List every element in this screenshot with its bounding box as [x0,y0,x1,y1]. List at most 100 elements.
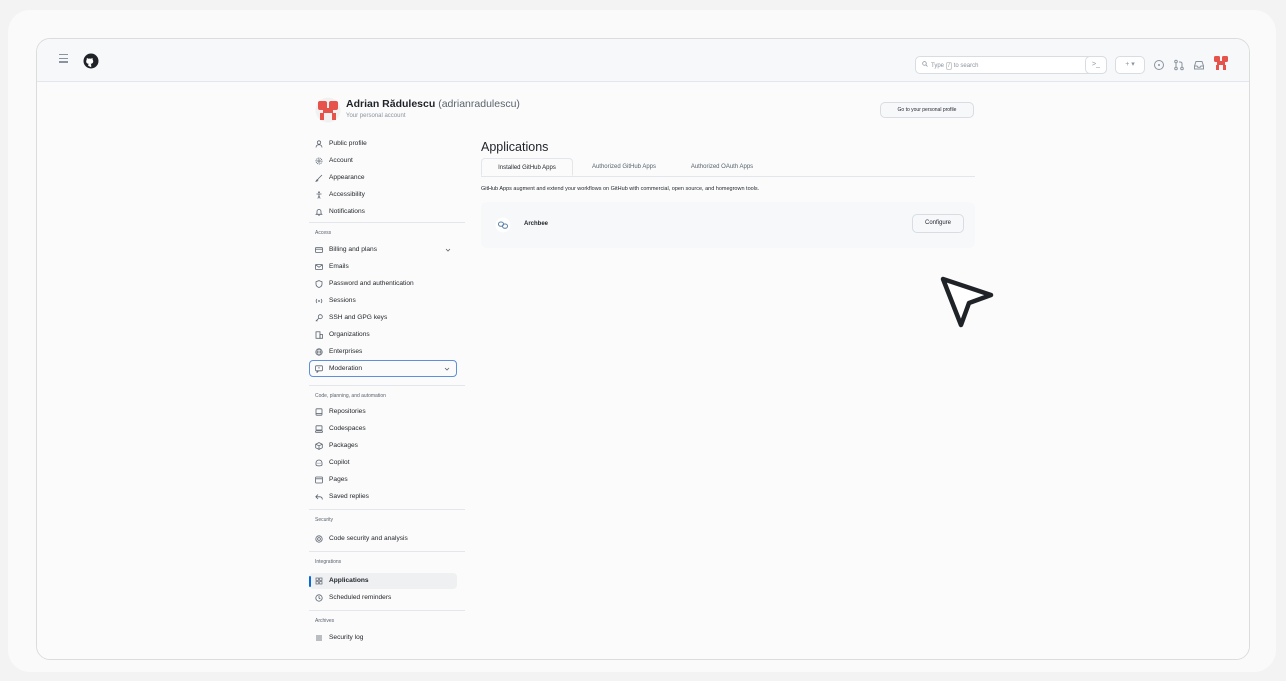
chevron-down-icon [444,367,450,371]
account-type-label: Your personal account [346,113,406,119]
sidebar-item-accessibility[interactable]: Accessibility [309,187,459,203]
broadcast-icon [315,298,323,304]
github-window: Type / to search >_ + ▾ Adrian Rădulescu… [36,38,1250,660]
archbee-app-icon [495,217,511,233]
sidebar-item-ssh-gpg-keys[interactable]: SSH and GPG keys [309,310,459,326]
sidebar-item-moderation[interactable]: Moderation [309,360,457,377]
sidebar-divider [309,509,465,510]
mail-icon [315,264,323,270]
page-title: Applications [481,140,549,154]
sidebar-item-notifications[interactable]: Notifications [309,204,459,220]
sidebar-item-appearance[interactable]: Appearance [309,170,459,186]
sidebar-item-public-profile[interactable]: Public profile [309,136,459,152]
bell-icon [315,209,323,216]
active-indicator [309,576,311,587]
organization-icon [315,331,323,339]
section-heading-integrations: Integrations [315,559,342,565]
sidebar-item-pages[interactable]: Pages [309,472,459,488]
sidebar-item-scheduled-reminders[interactable]: Scheduled reminders [309,590,459,606]
clock-icon [315,594,323,602]
sidebar-divider [309,551,465,552]
sidebar-item-label: Public profile [329,140,367,147]
username-handle: (adrianradulescu) [438,98,520,110]
sidebar-item-label: Packages [329,442,358,449]
plus-icon: + ▾ [1125,61,1135,68]
go-to-profile-button[interactable]: Go to your personal profile [880,102,974,118]
tab-authorized-github-apps[interactable]: Authorized GitHub Apps [575,158,673,176]
sidebar-item-label: Copilot [329,459,350,466]
sidebar-item-organizations[interactable]: Organizations [309,327,459,343]
apps-description: GitHub Apps augment and extend your work… [481,186,760,192]
issues-icon[interactable] [1153,59,1165,71]
sidebar-item-label: Security log [329,634,364,641]
sidebar-item-codespaces[interactable]: Codespaces [309,421,459,437]
sidebar-item-label: Accessibility [329,191,365,198]
sidebar-item-enterprises[interactable]: Enterprises [309,344,459,360]
repo-icon [315,408,323,416]
codescan-icon [315,535,323,543]
sidebar-item-saved-replies[interactable]: Saved replies [309,489,459,505]
sidebar-item-account[interactable]: Account [309,153,459,169]
hamburger-menu-icon[interactable] [59,54,68,63]
sidebar-item-label: Applications [329,577,369,584]
search-shortcut-key: / [945,62,953,70]
paintbrush-icon [315,174,323,182]
app-name: Archbee [524,221,549,227]
person-icon [315,140,323,148]
section-heading-access: Access [315,230,332,236]
sidebar-item-label: Code security and analysis [329,535,408,542]
display-name: Adrian Rădulescu [346,98,436,110]
sidebar-divider [309,222,465,223]
tab-installed-github-apps[interactable]: Installed GitHub Apps [481,158,573,176]
profile-name: Adrian Rădulescu (adrianradulescu) [346,98,520,110]
sidebar-item-password-authentication[interactable]: Password and authentication [309,276,459,292]
top-header: Type / to search >_ + ▾ [37,39,1249,82]
codespaces-icon [315,425,323,433]
configure-button[interactable]: Configure [912,214,964,233]
sidebar-item-label: Organizations [329,331,370,338]
sidebar-item-sessions[interactable]: Sessions [309,293,459,309]
sidebar-item-label: Emails [329,263,349,270]
gear-icon [315,157,323,165]
pull-requests-icon[interactable] [1173,59,1185,71]
log-icon [316,635,322,641]
sidebar-item-label: Saved replies [329,493,369,500]
command-palette-button[interactable]: >_ [1085,56,1107,74]
sidebar-item-security-log[interactable]: Security log [309,630,459,646]
user-avatar-icon[interactable] [1213,55,1229,71]
sidebar-divider [309,610,465,611]
credit-card-icon [315,247,323,253]
search-icon [922,61,928,67]
globe-icon [315,348,323,356]
sidebar-item-packages[interactable]: Packages [309,438,459,454]
github-logo-icon[interactable] [83,53,99,69]
sidebar-item-label: Appearance [329,174,365,181]
section-heading-security: Security [315,517,334,523]
sidebar-item-copilot[interactable]: Copilot [309,455,459,471]
sidebar-item-billing[interactable]: Billing and plans [309,242,459,258]
section-heading-archives: Archives [315,618,335,624]
sidebar-item-label: Scheduled reminders [329,594,392,601]
report-icon [315,364,323,373]
sidebar-item-label: Account [329,157,353,164]
sidebar-item-code-security[interactable]: Code security and analysis [309,531,459,547]
sidebar-item-label: Notifications [329,208,365,215]
sidebar-item-label: Moderation [329,364,362,372]
section-heading-code: Code, planning, and automation [315,393,386,399]
create-new-button[interactable]: + ▾ [1115,56,1145,74]
profile-avatar [315,97,341,123]
sidebar-item-repositories[interactable]: Repositories [309,404,459,420]
package-icon [315,442,323,450]
sidebar-item-label: Sessions [329,297,356,304]
inbox-icon[interactable] [1193,59,1205,71]
sidebar-item-label: SSH and GPG keys [329,314,388,321]
sidebar-item-emails[interactable]: Emails [309,259,459,275]
tab-authorized-oauth-apps[interactable]: Authorized OAuth Apps [675,158,769,176]
mouse-cursor-icon [940,276,994,328]
accessibility-icon [316,191,322,199]
search-input[interactable]: Type / to search [915,56,1107,74]
apps-icon [315,577,323,585]
sidebar-item-applications[interactable]: Applications [309,573,457,589]
installed-app-row: Archbee Configure [481,202,975,248]
sidebar-item-label: Repositories [329,408,366,415]
